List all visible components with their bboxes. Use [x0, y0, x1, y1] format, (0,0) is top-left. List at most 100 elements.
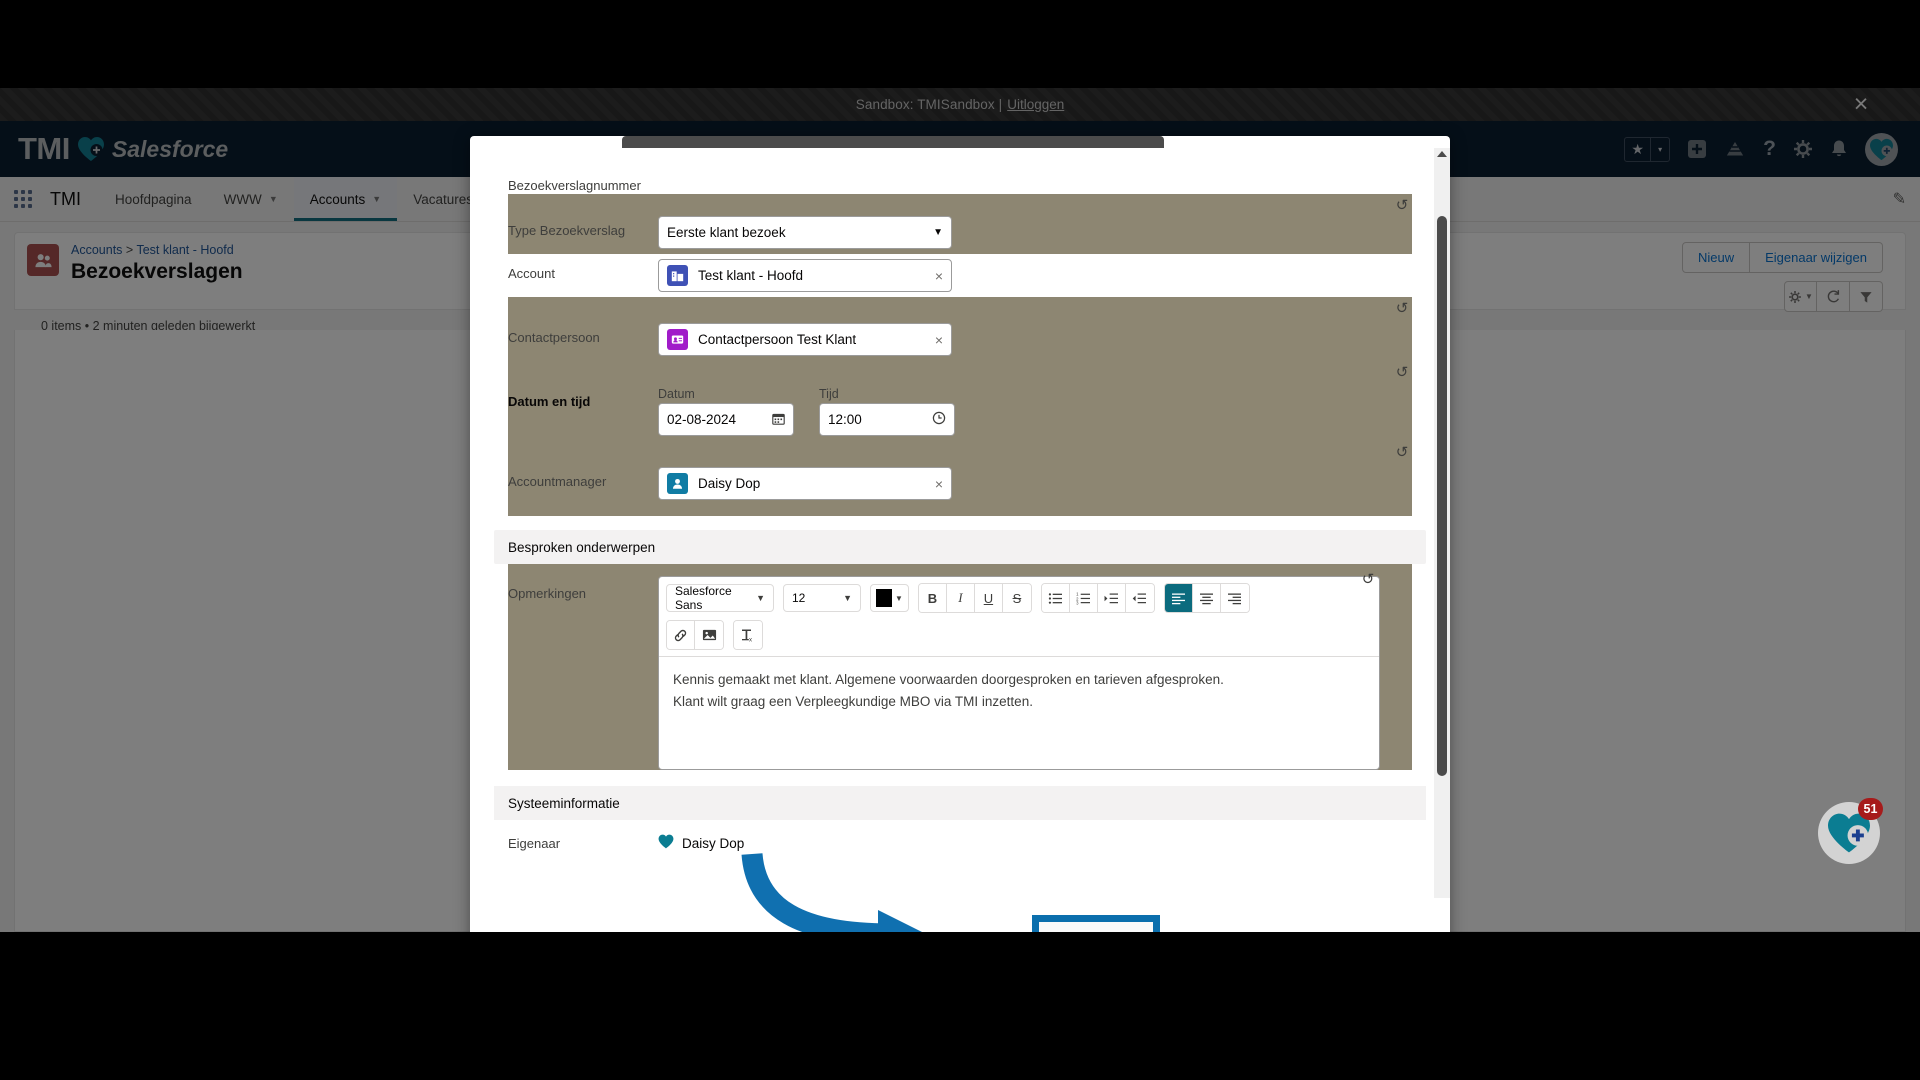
- date-field-group: Datum 02-08-2024: [658, 387, 794, 437]
- field-control-datetime: Datum 02-08-2024 Tijd 12:00: [658, 387, 958, 437]
- font-family-select[interactable]: Salesforce Sans ▼: [666, 584, 774, 613]
- new-bezoekverslag-modal: Bezoekverslagnummer ↺ Type Bezoekverslag…: [470, 136, 1450, 932]
- type-dropdown[interactable]: Eerste klant bezoek ▼: [658, 216, 952, 250]
- chat-widget[interactable]: 51: [1818, 798, 1883, 864]
- field-label-owner: Eigenaar: [508, 835, 561, 851]
- chat-badge: 51: [1858, 798, 1883, 820]
- field-row-contact: ↺ Contactpersoon Contactpersoon Test Kla…: [508, 297, 1412, 362]
- chevron-down-icon: ▼: [756, 593, 765, 604]
- field-row-type: ↺ Type Bezoekverslag Eerste klant bezoek…: [508, 194, 1412, 255]
- date-value: 02-08-2024: [667, 412, 737, 428]
- field-control-type: Eerste klant bezoek ▼: [658, 216, 952, 250]
- clear-icon[interactable]: ×: [929, 268, 943, 284]
- accountmanager-value: Daisy Dop: [698, 476, 761, 492]
- strikethrough-button[interactable]: S: [1002, 584, 1031, 613]
- clock-icon[interactable]: [932, 411, 946, 428]
- field-label-accountmanager: Accountmanager: [508, 474, 607, 490]
- remove-format-group: x: [733, 620, 763, 651]
- account-value: Test klant - Hoofd: [698, 268, 804, 284]
- font-family-value: Salesforce Sans: [675, 584, 732, 613]
- undo-icon[interactable]: ↺: [1392, 363, 1412, 383]
- remarks-section: ↺ Opmerkingen Salesforce Sans ▼ 12 ▼ ▼ B…: [470, 564, 1450, 771]
- align-left-button[interactable]: [1164, 584, 1193, 613]
- numbered-list-button[interactable]: 123: [1069, 584, 1098, 613]
- align-center-button[interactable]: [1192, 584, 1221, 613]
- owner-value: Daisy Dop: [682, 835, 745, 851]
- contact-icon: [667, 329, 688, 351]
- field-control-account: Test klant - Hoofd ×: [658, 259, 952, 293]
- field-label-contact: Contactpersoon: [508, 330, 600, 346]
- field-row-remarks: ↺ Opmerkingen Salesforce Sans ▼ 12 ▼ ▼ B…: [508, 564, 1412, 771]
- rte-toolbar: Salesforce Sans ▼ 12 ▼ ▼ B I U S 1 2 3 x: [659, 577, 1379, 658]
- account-icon: [667, 265, 688, 287]
- modal-scroll-region[interactable]: Bezoekverslagnummer ↺ Type Bezoekverslag…: [470, 148, 1450, 898]
- field-row-datetime: ↺ Datum en tijd Datum 02-08-2024 Tijd 12…: [508, 361, 1412, 442]
- chevron-down-icon: ▼: [895, 593, 903, 603]
- time-sublabel: Tijd: [819, 387, 839, 402]
- undo-icon[interactable]: ↺: [1392, 299, 1412, 319]
- field-label-datetime: Datum en tijd: [508, 394, 591, 410]
- field-value-owner-group: Daisy Dop: [658, 834, 744, 852]
- field-label-record-number: Bezoekverslagnummer: [508, 178, 641, 193]
- screenshot-root: Sandbox: TMISandbox | Uitloggen × TMI Sa…: [0, 0, 1920, 1080]
- remove-formatting-button[interactable]: x: [734, 621, 762, 650]
- align-right-button[interactable]: [1220, 584, 1249, 613]
- insert-link-button[interactable]: [667, 621, 695, 650]
- field-row-record-number: Bezoekverslagnummer: [508, 166, 1412, 194]
- insert-image-button[interactable]: [695, 621, 723, 650]
- heart-plus-icon: [658, 834, 674, 852]
- accountmanager-lookup[interactable]: Daisy Dop ×: [658, 467, 952, 501]
- section-heading-sysinfo: Systeeminformatie: [494, 786, 1426, 821]
- svg-text:x: x: [749, 637, 752, 643]
- field-label-account: Account: [508, 266, 555, 282]
- text-color-picker[interactable]: ▼: [870, 584, 909, 613]
- modal-form: Bezoekverslagnummer ↺ Type Bezoekverslag…: [470, 148, 1450, 517]
- rte-line-1: Kennis gemaakt met klant. Algemene voorw…: [673, 672, 1224, 688]
- bulleted-list-button[interactable]: [1041, 584, 1070, 613]
- field-row-account: Account Test klant - Hoofd ×: [508, 254, 1412, 297]
- time-field-group: Tijd 12:00: [819, 387, 955, 437]
- insert-group: [666, 620, 724, 651]
- clear-icon[interactable]: ×: [929, 476, 943, 492]
- type-value: Eerste klant bezoek: [667, 225, 786, 241]
- bold-button[interactable]: B: [918, 584, 947, 613]
- field-control-accountmanager: Daisy Dop ×: [658, 467, 952, 501]
- save-button-highlight: Opslaan: [1032, 915, 1160, 932]
- underline-button[interactable]: U: [974, 584, 1003, 613]
- rich-text-editor: Salesforce Sans ▼ 12 ▼ ▼ B I U S 1 2 3 x…: [658, 576, 1380, 771]
- font-size-select[interactable]: 12 ▼: [783, 584, 861, 613]
- scroll-up-arrow-icon[interactable]: [1437, 151, 1447, 157]
- text-style-group: B I U S: [917, 583, 1032, 614]
- calendar-icon[interactable]: [772, 412, 785, 428]
- undo-icon[interactable]: ↺: [1358, 570, 1378, 590]
- time-value: 12:00: [828, 412, 862, 428]
- clear-icon[interactable]: ×: [929, 332, 943, 348]
- account-lookup[interactable]: Test klant - Hoofd ×: [658, 259, 952, 293]
- browser-viewport: Sandbox: TMISandbox | Uitloggen × TMI Sa…: [0, 88, 1920, 932]
- user-icon: [667, 473, 688, 495]
- alignment-group: [1163, 583, 1250, 614]
- indent-button[interactable]: [1097, 584, 1126, 613]
- list-indent-group: 123: [1040, 583, 1155, 614]
- outdent-button[interactable]: [1125, 584, 1154, 613]
- scrollbar-thumb[interactable]: [1437, 216, 1447, 776]
- field-row-owner: Eigenaar Daisy Dop: [470, 820, 1450, 852]
- modal-header-stub: [622, 136, 1164, 148]
- svg-text:3: 3: [1076, 600, 1079, 604]
- field-label-type: Type Bezoekverslag: [508, 223, 626, 239]
- color-swatch: [876, 589, 892, 608]
- modal-scrollbar[interactable]: [1434, 148, 1450, 898]
- rte-content[interactable]: Kennis gemaakt met klant. Algemene voorw…: [659, 657, 1379, 769]
- contact-lookup[interactable]: Contactpersoon Test Klant ×: [658, 323, 952, 357]
- section-heading-discussed: Besproken onderwerpen: [494, 530, 1426, 565]
- italic-button[interactable]: I: [946, 584, 975, 613]
- time-input[interactable]: 12:00: [819, 403, 955, 437]
- field-label-remarks: Opmerkingen: [508, 586, 587, 602]
- font-size-value: 12: [792, 591, 806, 606]
- date-input[interactable]: 02-08-2024: [658, 403, 794, 437]
- chevron-down-icon: ▼: [843, 593, 852, 604]
- undo-icon[interactable]: ↺: [1392, 443, 1412, 463]
- field-control-contact: Contactpersoon Test Klant ×: [658, 323, 952, 357]
- undo-icon[interactable]: ↺: [1392, 196, 1412, 216]
- contact-value: Contactpersoon Test Klant: [698, 332, 857, 348]
